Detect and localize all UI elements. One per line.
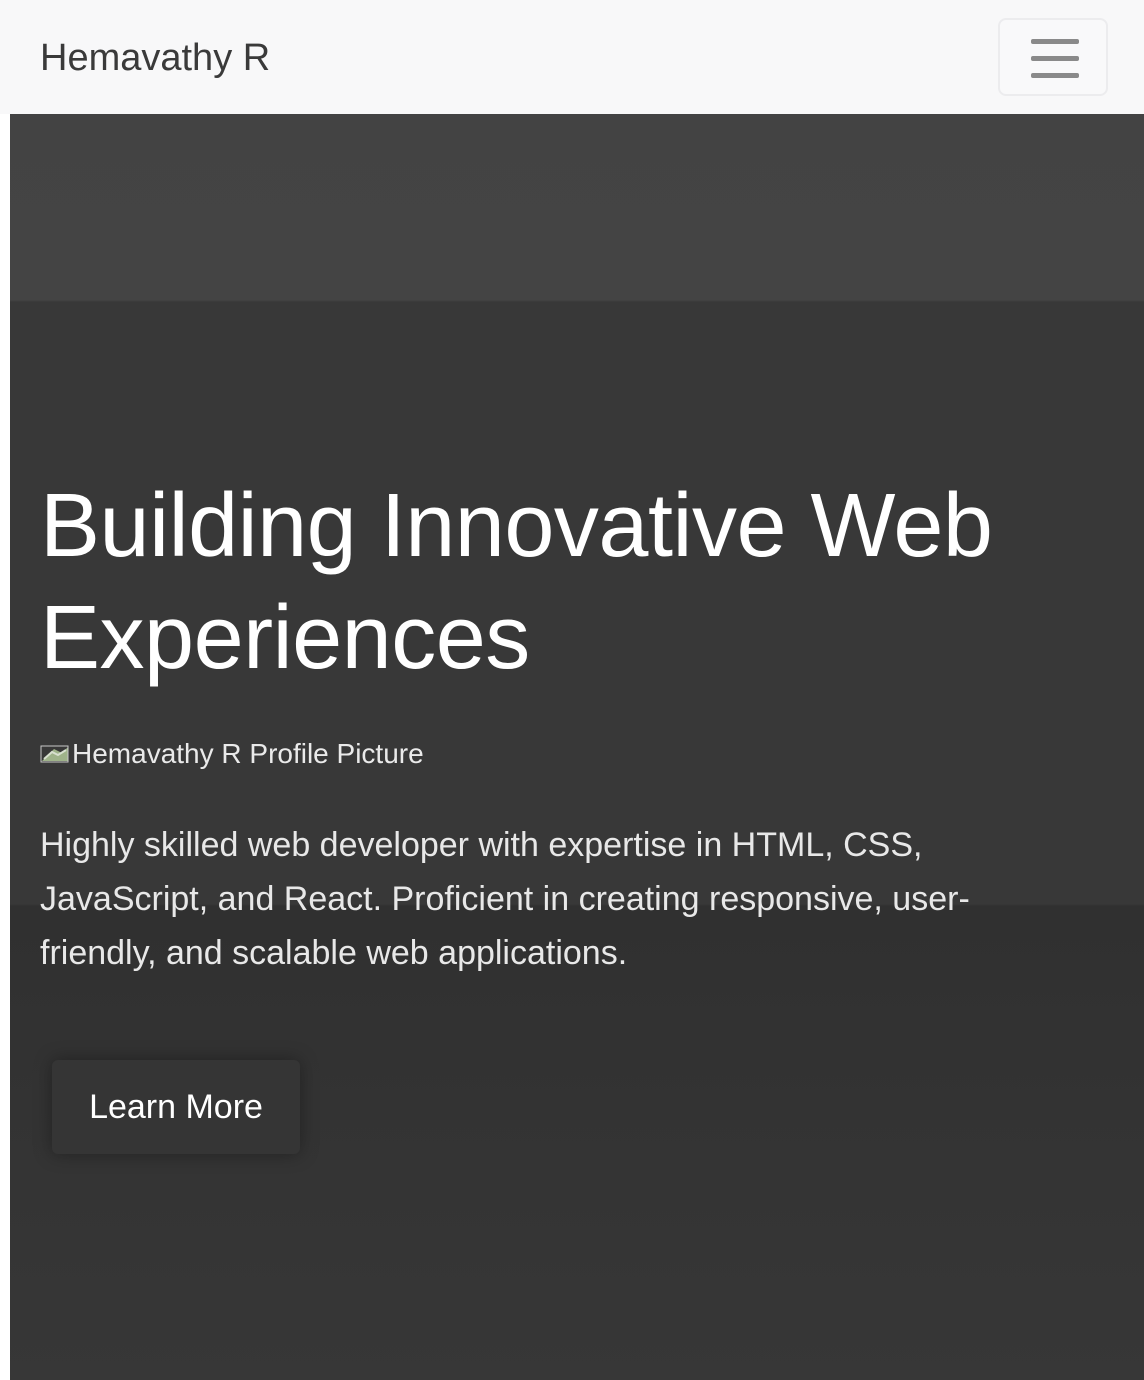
profile-picture-alt-text: Hemavathy R Profile Picture [72,738,424,769]
profile-picture: Hemavathy R Profile Picture [40,736,424,772]
brand-link[interactable]: Hemavathy R [40,36,270,80]
broken-image-icon [40,743,70,765]
hero-section: Building Innovative Web Experiences Hema… [10,114,1144,1380]
top-navbar: Hemavathy R [0,0,1144,114]
learn-more-button[interactable]: Learn More [52,1060,300,1154]
hero-title: Building Innovative Web Experiences [40,476,993,688]
hamburger-menu-icon [1031,39,1079,79]
menu-toggle-button[interactable] [998,18,1108,96]
hero-description: Highly skilled web developer with expert… [40,826,970,972]
